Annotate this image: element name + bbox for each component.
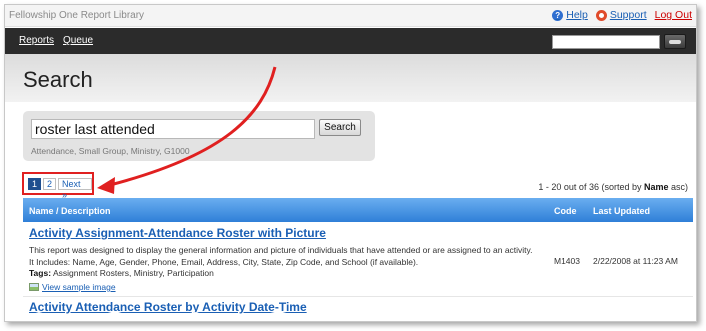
annotation-arrow bbox=[97, 66, 277, 194]
app-window: Fellowship One Report Library ? Help Supp… bbox=[4, 4, 697, 322]
torn-edge bbox=[5, 311, 696, 321]
arrow-shaft bbox=[109, 66, 277, 187]
arrow-head bbox=[97, 177, 115, 194]
